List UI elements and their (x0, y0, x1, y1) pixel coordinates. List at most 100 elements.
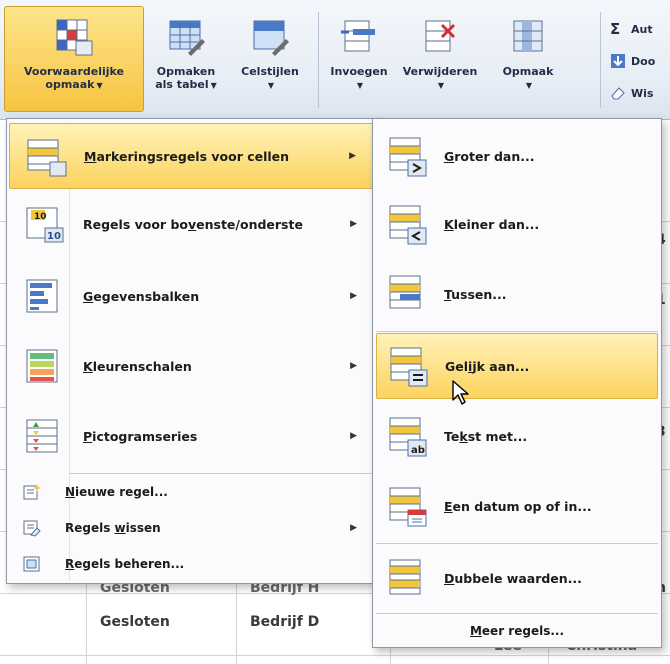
ribbon-label: Voorwaardelijke (23, 65, 124, 78)
submenu-item-greater-than[interactable]: Groter dan... (376, 123, 658, 189)
ribbon-label: Verwijderen (402, 65, 478, 78)
ribbon-label: als tabel (155, 78, 209, 91)
equal-to-icon (390, 347, 428, 387)
menu-item-label: Nieuwe regel... (65, 485, 168, 499)
menu-item-label: Regels voor bovenste/onderste (83, 216, 303, 232)
menu-item-label: Regels beheren... (65, 557, 185, 571)
menu-item-label: Markeringsregels voor cellen (84, 148, 290, 164)
submenu-arrow-icon: ▶ (350, 291, 357, 301)
cell-styles-icon (253, 20, 289, 56)
fill-down-icon (611, 54, 625, 68)
ribbon-small-label: Aut (631, 22, 653, 36)
manage-rules-icon (23, 556, 40, 572)
conditional-formatting-menu: Markeringsregels voor cellen ▶ 10 10 Reg… (6, 118, 378, 584)
svg-text:ab: ab (411, 445, 425, 456)
ribbon: Voorwaardelijke opmaak ▼ Opmaken als tabe… (0, 0, 670, 120)
insert-cells-icon (341, 20, 375, 52)
dropdown-caret-icon: ▼ (525, 81, 533, 90)
ribbon-separator (600, 12, 601, 108)
dropdown-caret-icon: ▼ (356, 81, 364, 90)
fill-button[interactable]: Doo (610, 50, 655, 72)
submenu-separator (376, 331, 658, 332)
menu-item-icon-sets[interactable]: Pictogramseries ▶ (9, 403, 375, 469)
menu-item-clear-rules[interactable]: Regels wissen ▶ (9, 515, 375, 541)
new-rule-icon (23, 484, 41, 500)
autosum-button[interactable]: Σ Aut (610, 18, 653, 40)
format-cells-icon (513, 20, 543, 52)
mouse-pointer-icon (452, 380, 469, 405)
ribbon-label: Celstijlen (241, 65, 299, 78)
menu-item-new-rule[interactable]: Nieuwe regel... (9, 479, 375, 505)
menu-separator (69, 473, 373, 474)
dropdown-caret-icon: ▼ (437, 81, 445, 90)
cell-styles-button[interactable]: Celstijlen ▼ (228, 6, 312, 112)
insert-button[interactable]: Invoegen ▼ (324, 6, 394, 112)
menu-item-data-bars[interactable]: Gegevensbalken ▶ (9, 263, 375, 329)
submenu-item-less-than[interactable]: Kleiner dan... (376, 191, 658, 257)
highlight-cells-rules-icon (27, 139, 67, 177)
submenu-item-label: Groter dan... (444, 148, 535, 164)
submenu-arrow-icon: ▶ (350, 361, 357, 371)
svg-text:10: 10 (47, 231, 61, 242)
dropdown-caret-icon: ▼ (96, 81, 103, 90)
delete-cells-icon (425, 20, 456, 52)
ribbon-label: opmaak (45, 78, 95, 91)
submenu-item-label: Dubbele waarden... (444, 570, 582, 586)
ribbon-label: Opmaak (502, 65, 554, 78)
svg-text:10: 10 (34, 212, 47, 222)
dropdown-caret-icon: ▼ (267, 81, 275, 90)
clear-rules-icon (23, 520, 41, 537)
submenu-item-label: Kleiner dan... (444, 216, 540, 232)
clear-button[interactable]: Wis (610, 82, 653, 104)
submenu-separator (376, 613, 658, 614)
submenu-item-label: Tekst met... (444, 428, 528, 444)
conditional-formatting-icon (56, 19, 93, 56)
submenu-separator (376, 543, 658, 544)
menu-item-color-scales[interactable]: Kleurenschalen ▶ (9, 333, 375, 399)
submenu-item-between[interactable]: Tussen... (376, 261, 658, 327)
submenu-arrow-icon: ▶ (350, 523, 357, 533)
submenu-item-text-contains[interactable]: ab Tekst met... (376, 403, 658, 469)
ribbon-label: Invoegen (330, 65, 388, 78)
color-scales-icon (26, 349, 58, 383)
icon-sets-icon (26, 419, 58, 453)
menu-item-label: Pictogramseries (83, 428, 198, 444)
conditional-formatting-button[interactable]: Voorwaardelijke opmaak ▼ (4, 6, 144, 112)
submenu-arrow-icon: ▶ (349, 151, 356, 161)
format-as-table-button[interactable]: Opmaken als tabel ▼ (150, 6, 222, 112)
submenu-item-date-occurring[interactable]: Een datum op of in... (376, 473, 658, 539)
submenu-item-more-rules[interactable]: Meer regels... (376, 617, 658, 645)
ribbon-label: Opmaken (156, 65, 216, 78)
ribbon-small-label: Doo (631, 54, 656, 68)
text-contains-icon: ab (389, 417, 427, 457)
menu-item-top-bottom-rules[interactable]: 10 10 Regels voor bovenste/onderste ▶ (9, 191, 375, 257)
menu-item-label: Kleurenschalen (83, 358, 192, 374)
delete-button[interactable]: Verwijderen ▼ (398, 6, 482, 112)
submenu-item-label: Een datum op of in... (444, 498, 592, 514)
table-style-icon (169, 20, 205, 56)
eraser-icon (611, 87, 625, 100)
greater-than-icon (389, 137, 427, 177)
dropdown-caret-icon: ▼ (210, 81, 217, 90)
less-than-icon (389, 205, 427, 245)
submenu-item-label: Gelijk aan... (445, 358, 530, 374)
cell-status[interactable]: Gesloten (100, 614, 170, 630)
submenu-item-equal-to[interactable]: Gelijk aan... (376, 333, 658, 399)
cell-company[interactable]: Bedrijf D (250, 614, 319, 630)
submenu-item-duplicate-values[interactable]: Dubbele waarden... (376, 545, 658, 611)
menu-item-label: Gegevensbalken (83, 288, 200, 304)
ribbon-small-label: Wis (631, 86, 654, 100)
menu-item-highlight-cell-rules[interactable]: Markeringsregels voor cellen ▶ (9, 123, 375, 189)
highlight-cell-rules-submenu: Groter dan... Kleiner dan... Tussen... G… (372, 118, 662, 648)
between-icon (389, 275, 421, 309)
data-bars-icon (26, 279, 58, 313)
duplicate-values-icon (389, 559, 421, 595)
submenu-arrow-icon: ▶ (350, 219, 357, 229)
submenu-arrow-icon: ▶ (350, 431, 357, 441)
format-button[interactable]: Opmaak ▼ (486, 6, 570, 112)
submenu-item-label: Tussen... (444, 286, 507, 302)
ribbon-separator (318, 12, 319, 108)
menu-item-label: Regels wissen (65, 521, 161, 535)
date-occurring-icon (389, 487, 427, 527)
menu-item-manage-rules[interactable]: Regels beheren... (9, 551, 375, 577)
